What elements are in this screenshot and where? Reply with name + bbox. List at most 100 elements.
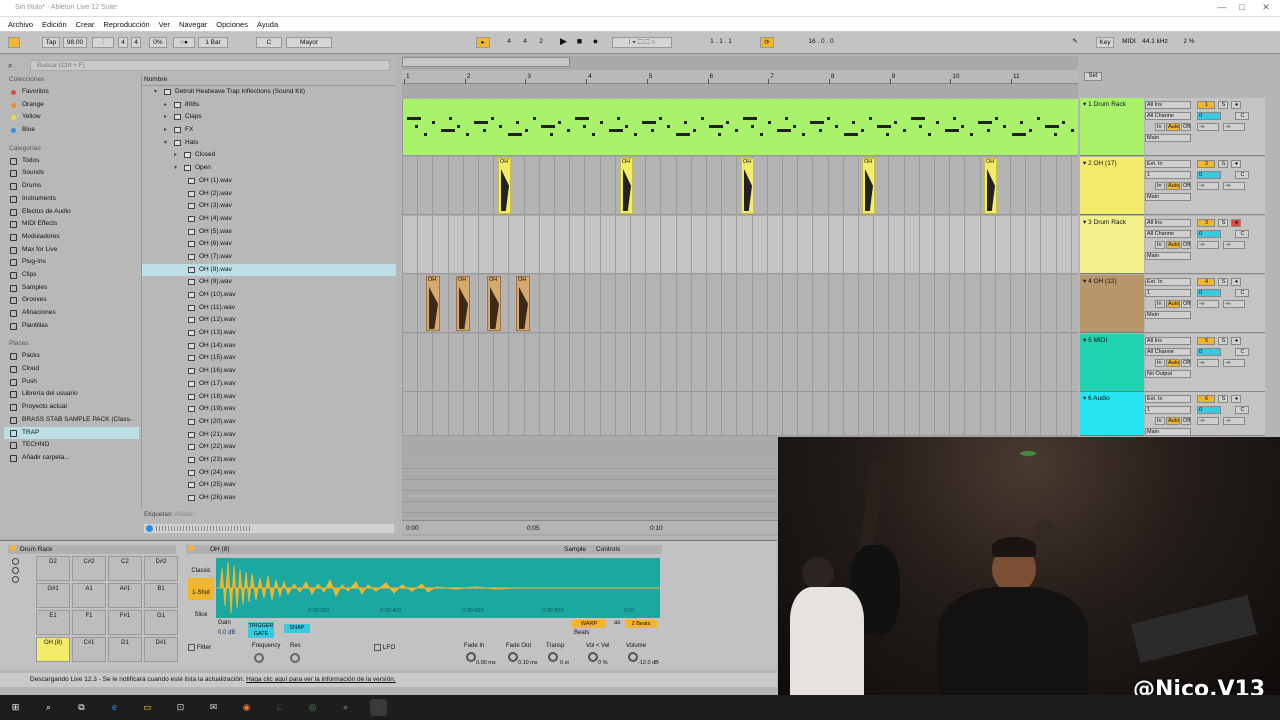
place-7[interactable]: TECHNO (4, 439, 139, 452)
input-channel-select[interactable]: All Channe (1145, 348, 1191, 356)
output-select[interactable]: Main (1145, 311, 1191, 319)
pan-field[interactable]: C (1235, 348, 1249, 356)
chevron-down-icon[interactable]: ▾ (154, 86, 157, 99)
file-item[interactable]: OH (14).wav (142, 340, 396, 353)
file-item[interactable]: OH (12).wav (142, 314, 396, 327)
maximize-button[interactable]: □ (1230, 2, 1254, 12)
key-select[interactable]: C (256, 37, 282, 48)
file-item[interactable]: OH (4).wav (142, 213, 396, 226)
output-select[interactable]: Main (1145, 252, 1191, 260)
mode-oneshot[interactable]: 1-Shot (188, 578, 214, 600)
send-field[interactable]: -∞ (1197, 241, 1219, 249)
collection-2[interactable]: Yellow (4, 111, 139, 124)
name-column-header[interactable]: Nombre (142, 74, 396, 86)
output-select[interactable]: Main (1145, 134, 1191, 142)
file-item[interactable]: OH (23).wav (142, 454, 396, 467)
monitor-in[interactable]: In (1155, 182, 1165, 190)
drum-pad[interactable]: A#1 (108, 583, 142, 608)
firefox-icon[interactable]: ◉ (238, 699, 255, 716)
monitor-off[interactable]: Off (1181, 123, 1191, 131)
drum-pad[interactable]: F#1 (108, 610, 142, 635)
monitor-off[interactable]: Off (1181, 241, 1191, 249)
drum-pad[interactable]: B1 (144, 583, 178, 608)
input-type-select[interactable]: Ext. In (1145, 278, 1191, 286)
browser-search-input[interactable]: Buscar (Ctrl + F) (30, 60, 390, 71)
file-item[interactable]: OH (25).wav (142, 479, 396, 492)
file-item[interactable]: OH (13).wav (142, 327, 396, 340)
chevron-down-icon[interactable]: ▾ (164, 137, 167, 150)
place-1[interactable]: Cloud (4, 363, 139, 376)
solo-button[interactable]: S (1218, 278, 1228, 286)
place-0[interactable]: Packs (4, 350, 139, 363)
input-channel-select[interactable]: 1 (1145, 171, 1191, 179)
track-activator[interactable]: 6 (1197, 395, 1215, 403)
menu-ver[interactable]: Ver (159, 20, 170, 29)
volume-field[interactable]: 0 (1197, 171, 1221, 179)
search-icon[interactable]: ⌕ (40, 699, 57, 716)
solo-button[interactable]: S (1218, 101, 1228, 109)
solo-button[interactable]: S (1218, 337, 1228, 345)
send-field[interactable]: -∞ (1197, 182, 1219, 190)
monitor-in[interactable]: In (1155, 359, 1165, 367)
file-item[interactable]: OH (7).wav (142, 251, 396, 264)
send-field-b[interactable]: -∞ (1223, 182, 1245, 190)
rack-toggle-icon[interactable] (11, 558, 19, 565)
place-3[interactable]: Librería del usuario (4, 388, 139, 401)
audio-clip[interactable]: OH (516, 276, 530, 331)
time-sig-denominator[interactable]: 4 (131, 37, 141, 48)
arm-icon[interactable]: ● (1231, 278, 1241, 286)
tab-controls[interactable]: Controls (596, 546, 620, 553)
input-type-select[interactable]: Ext. In (1145, 395, 1191, 403)
scale-select[interactable]: Mayor (286, 37, 332, 48)
snap-button[interactable]: SNAP (284, 624, 310, 633)
fade-out-knob[interactable] (508, 652, 518, 662)
midi-map-button[interactable]: MIDI (1120, 37, 1138, 48)
output-select[interactable]: Main (1145, 193, 1191, 201)
track-lane[interactable] (402, 216, 1078, 274)
menu-opciones[interactable]: Opciones (216, 20, 248, 29)
view-toggle-icon[interactable] (8, 37, 20, 48)
close-button[interactable]: ✕ (1254, 2, 1278, 13)
send-field-b[interactable]: -∞ (1223, 241, 1245, 249)
lfo-toggle[interactable]: LFO (374, 644, 395, 651)
file-item[interactable]: OH (17).wav (142, 378, 396, 391)
gate-button[interactable]: GATE (248, 630, 274, 638)
stop-icon[interactable]: ■ (574, 37, 585, 48)
file-item[interactable]: OH (20).wav (142, 416, 396, 429)
send-field-b[interactable]: -∞ (1223, 300, 1245, 308)
key-map-button[interactable]: Key (1096, 37, 1114, 48)
res-knob[interactable] (290, 653, 300, 663)
track-activator[interactable]: 3 (1197, 219, 1215, 227)
category-0[interactable]: Todos (4, 155, 139, 168)
windows-icon[interactable]: ⊞ (7, 699, 24, 716)
category-13[interactable]: Plantillas (4, 320, 139, 333)
volume-knob[interactable] (628, 652, 638, 662)
arm-icon[interactable]: ● (1231, 219, 1241, 227)
file-item[interactable]: OH (16).wav (142, 365, 396, 378)
beats-length[interactable]: 2 Beats (625, 620, 657, 628)
input-type-select[interactable]: All Ins (1145, 101, 1191, 109)
audio-clip[interactable]: OH (498, 158, 511, 214)
folder-fx[interactable]: ▸ FX (142, 124, 396, 137)
category-9[interactable]: Clips (4, 269, 139, 282)
gain-value[interactable]: 0.0 dB (218, 630, 235, 636)
live-active-icon[interactable]: L (370, 699, 387, 716)
drum-pad[interactable]: C2 (108, 556, 142, 581)
track-activator[interactable]: 1 (1197, 101, 1215, 109)
rack-toggle-icon-2[interactable] (11, 567, 19, 574)
track-header[interactable]: ▾ 5 MIDI (1080, 334, 1144, 392)
folder-closed[interactable]: ▸ Closed (142, 149, 396, 162)
file-item[interactable]: OH (5).wav (142, 226, 396, 239)
input-channel-select[interactable]: 1 (1145, 406, 1191, 414)
tab-sample[interactable]: Sample (564, 546, 586, 553)
rack-side-controls[interactable] (8, 556, 22, 666)
pan-field[interactable]: C (1235, 230, 1249, 238)
file-item[interactable]: OH (9).wav (142, 276, 396, 289)
folder-claps[interactable]: ▸ Claps (142, 111, 396, 124)
track-header[interactable]: ▾ 3 Drum Rack (1080, 216, 1144, 274)
device-on-icon[interactable] (10, 545, 16, 551)
track-lane[interactable] (402, 392, 1078, 436)
file-item[interactable]: OH (10).wav (142, 289, 396, 302)
drum-pad[interactable]: C#1 (72, 637, 106, 662)
place-5[interactable]: BRASS STAB SAMPLE PACK (Class- (4, 414, 139, 427)
